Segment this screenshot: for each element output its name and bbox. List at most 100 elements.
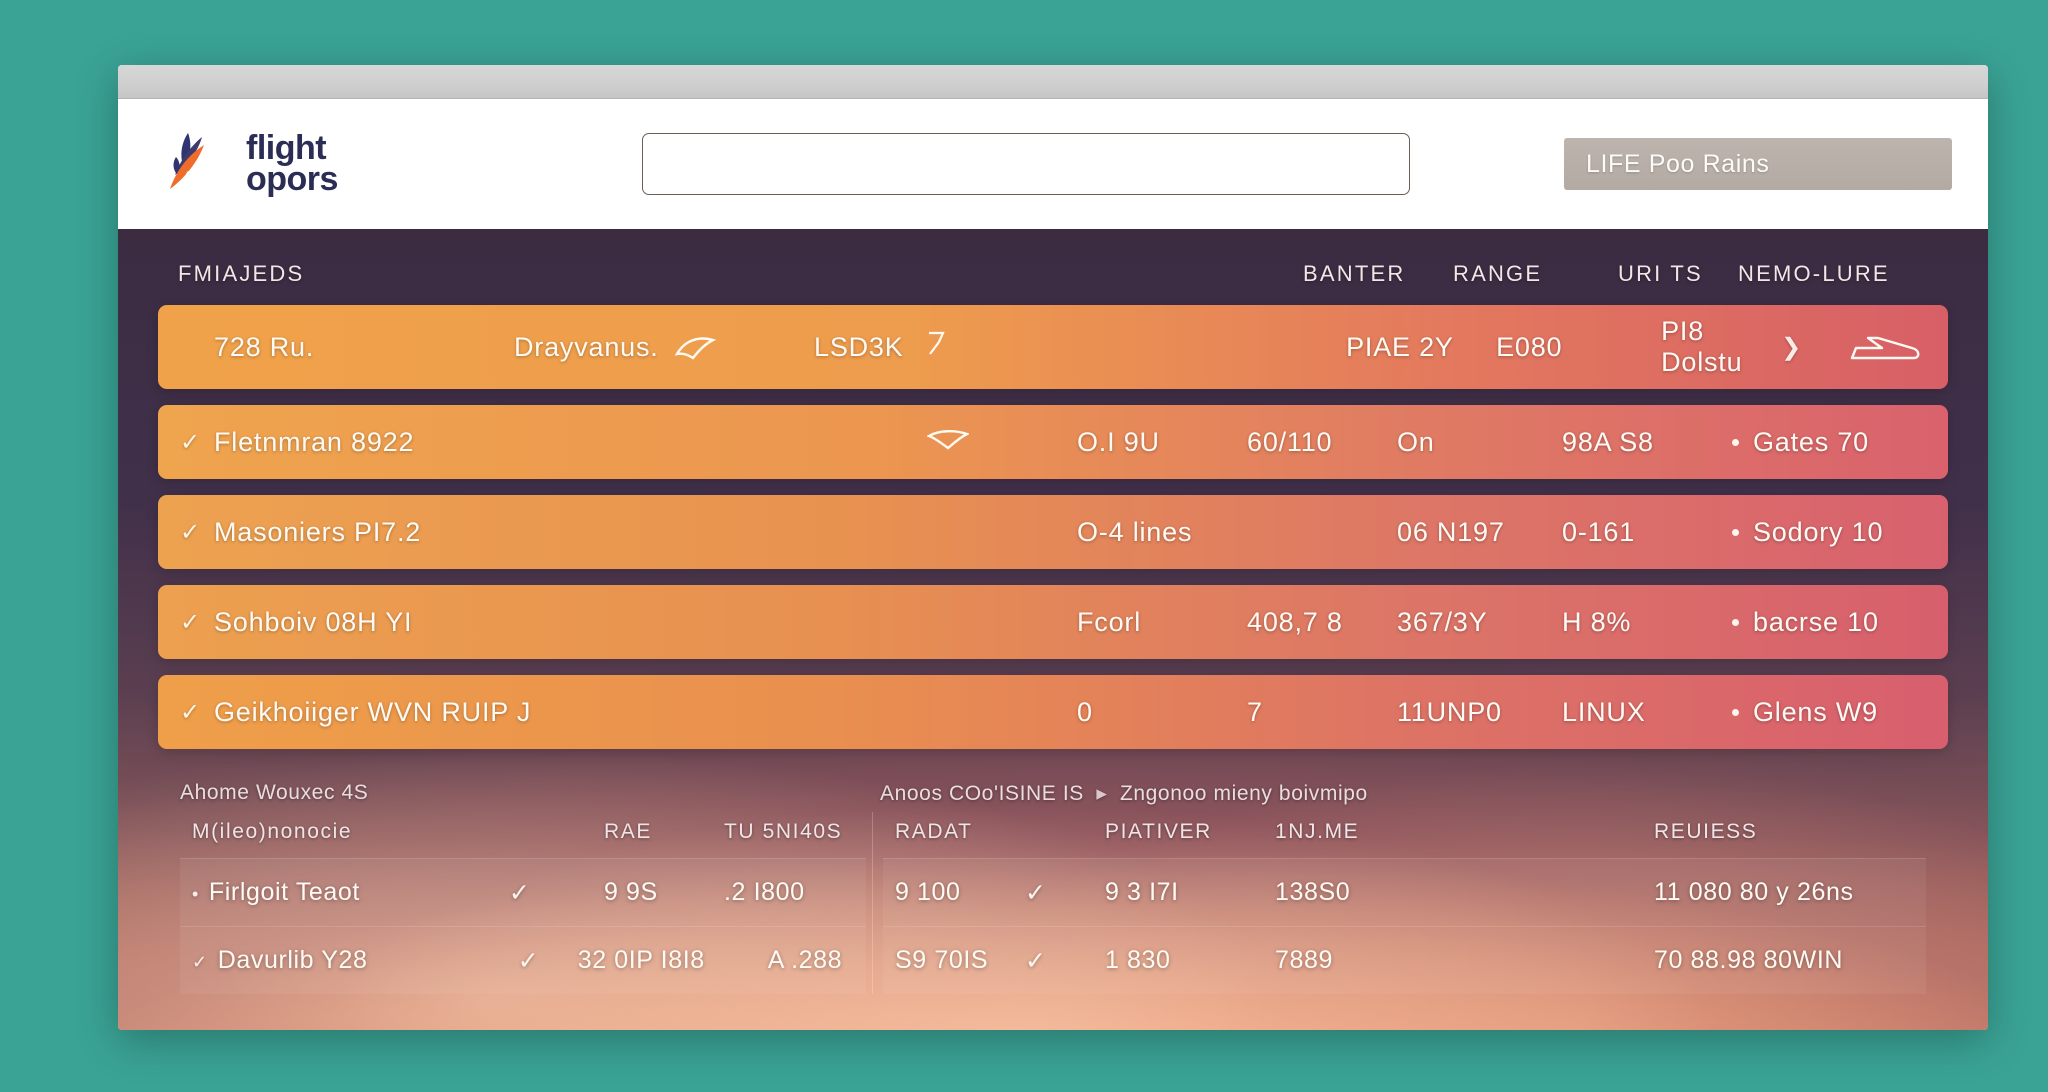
bird-icon [926, 428, 971, 458]
caret-right-icon: ▸ [1096, 782, 1108, 805]
row-bullet-icon: ✓ [192, 952, 208, 972]
left-pane-title: Ahome Wouxec 4S [180, 781, 369, 804]
right-pane-columns: RADAT PIATIVER 1NJ.ME REUIESS [883, 812, 1926, 858]
row-check-icon[interactable]: ✓ [1025, 878, 1105, 908]
row-code: O.I 9U [1077, 426, 1160, 457]
list-item[interactable]: 9 100 ✓ 9 3 I7I 138S0 11 080 80 y 26ns [883, 858, 1926, 926]
row-bullet-icon: • [192, 884, 199, 904]
row-range: 06 N197 [1397, 516, 1505, 547]
right-column-header-time[interactable]: 1NJ.ME [1275, 820, 1425, 844]
column-header-flights[interactable]: FMIAJEDS [178, 261, 798, 287]
table-row[interactable]: ✓ Geikhoiiger WVN RUIP J 0 7 11UNP0 LINU… [158, 675, 1948, 749]
left-column-header-rae[interactable]: RAE [604, 820, 724, 844]
column-header-nature[interactable]: NEMO-LURE [1738, 261, 1928, 287]
row-code: Fcorl [1077, 606, 1141, 637]
row-value-2: 138S0 [1275, 878, 1351, 906]
row-check-icon[interactable]: ✓ [509, 878, 569, 908]
flag-icon [926, 330, 946, 365]
column-header-units[interactable]: URI TS [1618, 261, 1738, 287]
row-label: Firlgoit Teaot [208, 878, 360, 906]
row-check-icon[interactable]: ✓ [518, 946, 578, 976]
row-range: On [1397, 426, 1435, 457]
row-value-1: 9 3 I7I [1105, 878, 1179, 906]
row-nature-label: Gates 70 [1753, 426, 1869, 457]
right-column-header-radat[interactable]: RADAT [895, 820, 1105, 844]
header-pill-label: LIFE Poo Rains [1586, 149, 1770, 178]
brand-logo[interactable]: flight opors [158, 127, 488, 201]
right-pane-title: Anoos COo'ISINE IS ▸ Zngonoo mieny boivm… [880, 781, 1926, 806]
row-value-3: 70 88.98 80WIN [1654, 946, 1844, 974]
column-header-banter[interactable]: BANTER [1303, 261, 1453, 287]
row-value-0: 9 100 [895, 878, 961, 906]
row-check-icon[interactable]: ✓ [180, 518, 214, 547]
row-value-1: 1 830 [1105, 946, 1171, 974]
row-nature: bacrse 10 [1732, 607, 1922, 638]
app-window: flight opors LIFE Poo Rains FMIAJEDS BAN… [118, 65, 1988, 1030]
row-range: 11UNP0 [1397, 696, 1502, 727]
flight-table-header: FMIAJEDS BANTER RANGE URI TS NEMO-LURE [158, 255, 1948, 305]
row-range: 367/3Y [1397, 606, 1488, 637]
dot-icon [1732, 438, 1739, 446]
bird-icon [674, 334, 717, 360]
row-nature [1802, 330, 1922, 364]
row-check-icon[interactable]: ✓ [180, 698, 214, 727]
row-code-label: LSD3K [814, 331, 904, 362]
row-units-label: PI8 Dolstu [1661, 316, 1743, 377]
row-label: Davurlib Y28 [217, 946, 368, 974]
row-nature: Sodory 10 [1732, 517, 1922, 548]
flight-logo-icon [158, 127, 232, 201]
search-input[interactable] [642, 133, 1410, 195]
row-units: PI8 Dolstu [1661, 316, 1781, 378]
row-units: LINUX [1562, 696, 1646, 727]
main-panel: FMIAJEDS BANTER RANGE URI TS NEMO-LURE 7… [118, 229, 1988, 1030]
left-column-spacer [492, 820, 604, 844]
plane-icon [1848, 330, 1922, 364]
row-nature-label: Glens W9 [1753, 696, 1878, 727]
dot-icon [1732, 708, 1739, 716]
row-check-icon[interactable]: ✓ [180, 428, 214, 457]
dot-icon [1732, 528, 1739, 536]
table-row[interactable]: 728 Ru. Drayvanus. LSD3K PIAE 2Y E080 PI… [158, 305, 1948, 389]
list-item[interactable]: • Firlgoit Teaot ✓ 9 9S .2 I800 [180, 858, 866, 926]
right-pane-title-suffix: Zngonoo mieny boivmipo [1119, 782, 1368, 805]
row-flight-name: Masoniers PI7.2 [214, 516, 422, 547]
right-column-header-platives[interactable]: PIATIVER [1105, 820, 1275, 844]
row-check-icon[interactable]: ✓ [180, 608, 214, 637]
row-value-3: 11 080 80 y 26ns [1654, 878, 1854, 906]
row-code: LSD3K [814, 330, 1044, 365]
brand-wordmark: flight opors [246, 131, 338, 197]
table-row[interactable]: ✓ Fletnmran 8922 O.I 9U 60/110 On 98A S8 [158, 405, 1948, 479]
left-column-header-turnings[interactable]: TU 5NI40S [724, 820, 854, 844]
row-code: O-4 lines [1077, 516, 1193, 547]
chevron-right-icon[interactable]: ❯ [1781, 333, 1802, 362]
app-header: flight opors LIFE Poo Rains [118, 99, 1988, 229]
right-pane-title-text: Anoos COo'ISINE IS [880, 782, 1084, 805]
row-flight-name: Fletnmran 8922 [214, 426, 415, 457]
window-titlebar[interactable] [118, 65, 1988, 99]
row-route [926, 426, 1077, 459]
row-units: 98A S8 [1562, 426, 1654, 457]
row-range: E080 [1496, 331, 1563, 362]
row-nature: Gates 70 [1732, 427, 1922, 458]
right-column-header-requests[interactable]: REUIESS [1654, 820, 1914, 844]
row-route: Drayvanus. [514, 332, 814, 363]
dot-icon [1732, 618, 1739, 626]
row-value-1: 32 0IP I8I8 [577, 946, 705, 974]
row-route-label: Drayvanus. [514, 331, 659, 362]
right-pane: RADAT PIATIVER 1NJ.ME REUIESS 9 100 ✓ 9 … [872, 812, 1926, 994]
table-row[interactable]: ✓ Masoniers PI7.2 O-4 lines 06 N197 0-16… [158, 495, 1948, 569]
sub-section-titles: Ahome Wouxec 4S Anoos COo'ISINE IS ▸ Zng… [158, 765, 1948, 812]
header-action-pill[interactable]: LIFE Poo Rains [1564, 138, 1952, 190]
row-flight-name: 728 Ru. [214, 331, 315, 362]
left-column-header-metric[interactable]: M(ileo)nonocie [192, 820, 492, 844]
list-item[interactable]: ✓ Davurlib Y28 ✓ 32 0IP I8I8 A .288 [180, 926, 866, 994]
row-value-2: .2 I800 [724, 878, 805, 906]
search-container [512, 133, 1540, 195]
list-item[interactable]: S9 70IS ✓ 1 830 7889 70 88.98 80WIN [883, 926, 1926, 994]
column-header-range[interactable]: RANGE [1453, 261, 1618, 287]
table-row[interactable]: ✓ Sohboiv 08H YI Fcorl 408,7 8 367/3Y H … [158, 585, 1948, 659]
row-check-icon[interactable]: ✓ [1025, 946, 1105, 976]
row-flight-name: Geikhoiiger WVN RUIP J [214, 696, 532, 727]
row-units: H 8% [1562, 606, 1632, 637]
row-flight-name: Sohboiv 08H YI [214, 606, 413, 637]
